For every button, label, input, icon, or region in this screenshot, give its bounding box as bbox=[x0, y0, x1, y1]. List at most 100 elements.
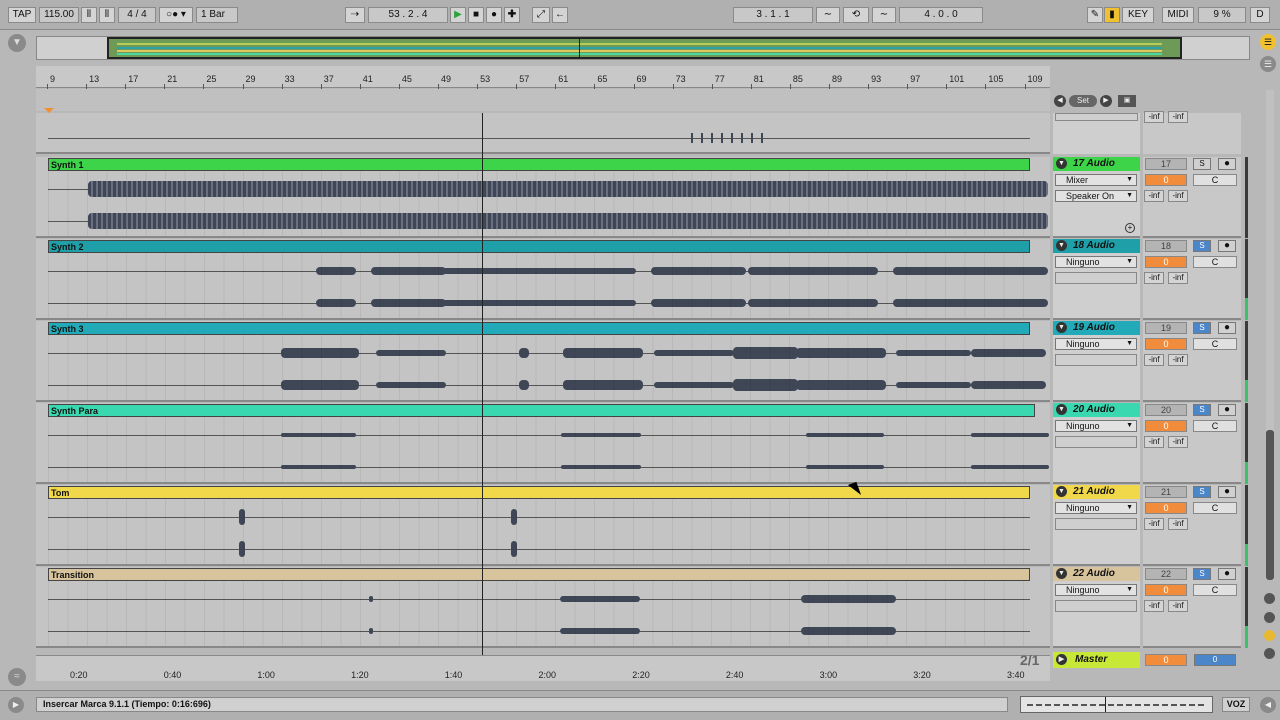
audio-waveform[interactable] bbox=[971, 381, 1046, 389]
track-lane[interactable]: Synth 3 bbox=[36, 321, 1050, 402]
draw-mode-icon[interactable]: ✎ bbox=[1087, 7, 1103, 23]
track-fold-icon[interactable]: ▼ bbox=[1056, 158, 1067, 169]
audio-waveform[interactable] bbox=[563, 348, 643, 358]
input-channel-box[interactable] bbox=[1055, 272, 1137, 284]
audio-waveform[interactable] bbox=[801, 627, 896, 635]
set-locator-button[interactable]: Set bbox=[1069, 95, 1097, 107]
arm-record-button[interactable]: ● bbox=[1218, 404, 1236, 416]
next-locator-button[interactable]: ▶ bbox=[1100, 95, 1112, 107]
audio-waveform[interactable] bbox=[281, 348, 359, 358]
play-button[interactable]: ▶ bbox=[450, 7, 466, 23]
audio-waveform[interactable] bbox=[88, 213, 1048, 229]
audio-waveform[interactable] bbox=[893, 267, 1048, 275]
track-pan[interactable]: C bbox=[1193, 338, 1237, 350]
solo-button[interactable]: S bbox=[1193, 568, 1211, 580]
status-overview[interactable] bbox=[1020, 696, 1213, 713]
punch-out-icon[interactable]: ∼ bbox=[872, 7, 896, 23]
stop-button[interactable]: ■ bbox=[468, 7, 484, 23]
audio-waveform[interactable] bbox=[560, 627, 640, 635]
audio-waveform[interactable] bbox=[560, 595, 640, 603]
audio-waveform[interactable] bbox=[511, 509, 517, 525]
arrangement-view-icon[interactable]: ☰ bbox=[1260, 56, 1276, 72]
beat-ruler[interactable] bbox=[36, 66, 1050, 88]
track-title[interactable]: ▼ 20 Audio bbox=[1053, 403, 1140, 417]
track-lane[interactable]: Synth Para bbox=[36, 403, 1050, 484]
audio-from-dropdown[interactable]: Ninguno bbox=[1055, 256, 1137, 268]
scrollbar-thumb[interactable] bbox=[1266, 430, 1274, 580]
audio-waveform[interactable] bbox=[796, 380, 886, 390]
track-fold-icon[interactable]: ▼ bbox=[1056, 404, 1067, 415]
nudge-up-icon[interactable]: ⦀ bbox=[99, 7, 115, 23]
audio-waveform[interactable] bbox=[316, 299, 356, 307]
side-circle-icon-4[interactable] bbox=[1264, 648, 1275, 659]
tap-button[interactable]: TAP bbox=[8, 7, 36, 23]
audio-from-dropdown[interactable]: Ninguno bbox=[1055, 338, 1137, 350]
audio-waveform[interactable] bbox=[896, 349, 971, 357]
audio-waveform[interactable] bbox=[431, 299, 636, 307]
audio-from-dropdown[interactable]: Ninguno bbox=[1055, 584, 1137, 596]
punch-in-icon[interactable]: ∼ bbox=[816, 7, 840, 23]
clip-header[interactable]: Synth 2 bbox=[48, 240, 1030, 253]
loop-length-field[interactable]: 4 . 0 . 0 bbox=[899, 7, 983, 23]
track-lane[interactable]: Synth 2 bbox=[36, 239, 1050, 320]
overdub-button[interactable]: ✚ bbox=[504, 7, 520, 23]
loop-start-field[interactable]: 3 . 1 . 1 bbox=[733, 7, 813, 23]
track-title[interactable]: ▼ 18 Audio bbox=[1053, 239, 1140, 253]
track-title[interactable]: ▼ 17 Audio bbox=[1053, 157, 1140, 171]
track-activator[interactable]: 21 bbox=[1145, 486, 1187, 498]
track-lane[interactable]: Tom bbox=[36, 485, 1050, 566]
track-activator[interactable]: 18 bbox=[1145, 240, 1187, 252]
tempo-field[interactable]: 115.00 bbox=[39, 7, 79, 23]
audio-waveform[interactable] bbox=[651, 267, 746, 275]
track-pan[interactable]: C bbox=[1193, 584, 1237, 596]
audio-waveform[interactable] bbox=[369, 627, 373, 635]
audio-waveform[interactable] bbox=[281, 433, 356, 437]
audio-waveform[interactable] bbox=[239, 509, 245, 525]
clip-header[interactable]: Synth 1 bbox=[48, 158, 1030, 171]
audio-waveform[interactable] bbox=[896, 381, 971, 389]
track-volume[interactable]: 0 bbox=[1145, 420, 1187, 432]
track-pan[interactable]: C bbox=[1193, 420, 1237, 432]
audio-waveform[interactable] bbox=[281, 380, 359, 390]
master-volume[interactable]: 0 bbox=[1145, 654, 1187, 666]
follow-arrow-icon[interactable]: ⇢ bbox=[345, 7, 365, 23]
voz-button[interactable]: VOZ bbox=[1222, 697, 1250, 712]
back-to-arrangement-icon[interactable]: ← bbox=[552, 7, 568, 23]
arm-record-button[interactable]: ● bbox=[1218, 568, 1236, 580]
audio-waveform[interactable] bbox=[376, 381, 446, 389]
clip-header[interactable]: Transition bbox=[48, 568, 1030, 581]
track-volume[interactable]: 0 bbox=[1145, 502, 1187, 514]
audio-waveform[interactable] bbox=[316, 267, 356, 275]
audio-waveform[interactable] bbox=[893, 299, 1048, 307]
track-lane[interactable]: Transition bbox=[36, 567, 1050, 648]
audio-waveform[interactable] bbox=[563, 380, 643, 390]
input-channel-box[interactable] bbox=[1055, 436, 1137, 448]
solo-button[interactable]: S bbox=[1193, 404, 1211, 416]
track-fold-icon[interactable]: ▼ bbox=[1056, 568, 1067, 579]
audio-waveform[interactable] bbox=[651, 299, 746, 307]
overview-viewport[interactable] bbox=[107, 37, 1182, 59]
audio-waveform[interactable] bbox=[748, 299, 878, 307]
audio-from-dropdown[interactable]: Mixer bbox=[1055, 174, 1137, 186]
track-title[interactable]: ▼ 19 Audio bbox=[1053, 321, 1140, 335]
master-pan[interactable]: 0 bbox=[1194, 654, 1236, 666]
audio-waveform[interactable] bbox=[88, 181, 1048, 197]
arm-record-button[interactable]: ● bbox=[1218, 158, 1236, 170]
audio-from-dropdown[interactable]: Ninguno bbox=[1055, 502, 1137, 514]
track-pan[interactable]: C bbox=[1193, 256, 1237, 268]
key-map-icon[interactable]: ▮ bbox=[1104, 7, 1120, 23]
solo-button[interactable]: S bbox=[1193, 240, 1211, 252]
clip-header[interactable]: Synth Para bbox=[48, 404, 1035, 417]
key-map-button[interactable]: KEY bbox=[1122, 7, 1154, 23]
input-channel-box[interactable] bbox=[1055, 600, 1137, 612]
record-button[interactable]: ● bbox=[486, 7, 502, 23]
audio-waveform[interactable] bbox=[376, 349, 446, 357]
audio-waveform[interactable] bbox=[519, 348, 529, 358]
add-device-icon[interactable]: + bbox=[1125, 223, 1135, 233]
time-signature-field[interactable]: 4 / 4 bbox=[118, 7, 156, 23]
audio-waveform[interactable] bbox=[561, 433, 641, 437]
session-view-icon[interactable]: ☰ bbox=[1260, 34, 1276, 50]
audio-waveform[interactable] bbox=[431, 267, 636, 275]
solo-button[interactable]: S bbox=[1193, 322, 1211, 334]
track-activator[interactable]: 20 bbox=[1145, 404, 1187, 416]
